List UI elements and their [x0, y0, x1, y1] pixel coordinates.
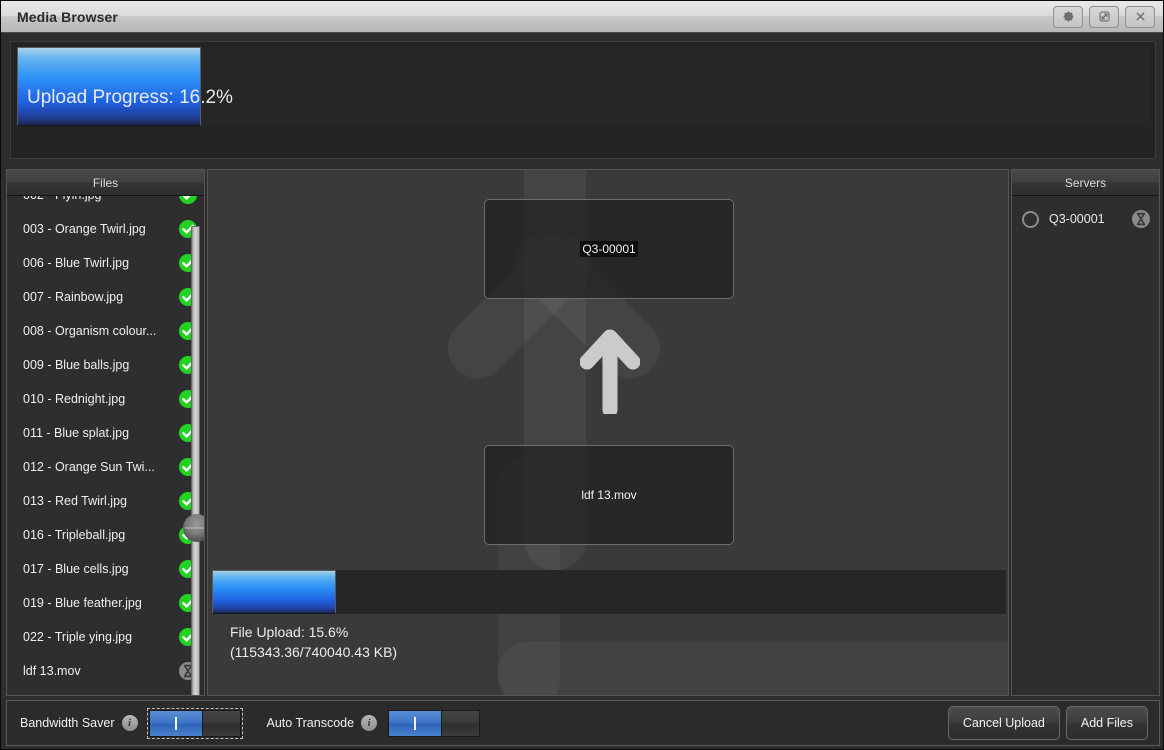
file-list-item[interactable]: 008 - Organism colour...	[7, 314, 204, 348]
toggle-switch-on-track	[149, 710, 202, 736]
file-list-item[interactable]: 013 - Red Twirl.jpg	[7, 484, 204, 518]
toggle-container: Bandwidth Saver i Auto Transcode i	[7, 707, 481, 739]
window-title: Media Browser	[17, 8, 118, 25]
status-done-icon	[179, 196, 197, 204]
toggle-group: Bandwidth Saver i	[20, 707, 243, 739]
restore-button[interactable]	[1089, 5, 1119, 28]
upload-watermark-tray-bottom	[498, 642, 1008, 695]
file-list-item-label: 008 - Organism colour...	[23, 324, 157, 338]
file-progress-track	[212, 570, 1006, 614]
file-list-item-label: 009 - Blue balls.jpg	[23, 358, 130, 372]
file-list-item[interactable]: 017 - Blue cells.jpg	[7, 552, 204, 586]
file-list-item[interactable]: 002 - Flyin.jpg	[7, 196, 204, 212]
file-list-item-label: 010 - Rednight.jpg	[23, 392, 126, 406]
file-list-item[interactable]: 022 - Triple ying.jpg	[7, 620, 204, 654]
toggle-label: Bandwidth Saver	[20, 716, 115, 730]
file-list-item-label: 002 - Flyin.jpg	[23, 196, 178, 202]
title-bar: Media Browser	[1, 1, 1163, 33]
server-list-item-label: Q3-00001	[1049, 212, 1105, 226]
toggle-switch[interactable]	[388, 709, 481, 737]
target-preview-label: ldf 13.mov	[581, 488, 637, 502]
file-list-item[interactable]: 011 - Blue splat.jpg	[7, 416, 204, 450]
close-icon	[1136, 12, 1144, 21]
files-panel: Files 002 - Flyin.jpg 003 - Orange Twirl.…	[6, 169, 205, 696]
file-list-item-label: 022 - Triple ying.jpg	[23, 630, 133, 644]
file-list-item[interactable]: 016 - Tripleball.jpg	[7, 518, 204, 552]
files-panel-header: Files	[7, 170, 204, 196]
status-pending-hourglass-icon	[1132, 210, 1150, 228]
upload-preview-area: Q3-00001 ldf 13.mov File Upload: 15.6% (…	[207, 169, 1009, 696]
file-progress-bytes: (115343.36/740040.43 KB)	[230, 644, 398, 660]
servers-list: Q3-00001	[1012, 202, 1159, 236]
file-list-item-label: 011 - Blue splat.jpg	[23, 426, 130, 440]
settings-button[interactable]	[1053, 5, 1083, 28]
file-list-item[interactable]: ldf 13.mov	[7, 654, 204, 688]
files-list-viewport[interactable]: 002 - Flyin.jpg 003 - Orange Twirl.jpg 006…	[7, 196, 204, 695]
file-list-item[interactable]: 012 - Orange Sun Twi...	[7, 450, 204, 484]
toggle-group: Auto Transcode i	[266, 709, 481, 737]
file-list-item[interactable]: 007 - Rainbow.jpg	[7, 280, 204, 314]
cancel-upload-button[interactable]: Cancel Upload	[947, 706, 1060, 740]
file-progress-percent: File Upload: 15.6%	[230, 624, 349, 640]
toggle-label: Auto Transcode	[266, 716, 355, 730]
file-list-item-label: 007 - Rainbow.jpg	[23, 290, 124, 304]
file-list-item[interactable]: 009 - Blue balls.jpg	[7, 348, 204, 382]
files-scrollbar-thumb[interactable]	[183, 514, 204, 542]
media-browser-window: Media Browser Upload Progress: 16.2% Fil…	[0, 0, 1164, 750]
file-list-item-label: 006 - Blue Twirl.jpg	[23, 256, 130, 270]
server-select-radio[interactable]	[1022, 210, 1039, 228]
toggle-switch-on-track	[389, 710, 442, 736]
file-list-item-label: 017 - Blue cells.jpg	[23, 562, 129, 576]
file-progress-text: File Upload: 15.6% (115343.36/740040.43 …	[230, 622, 397, 662]
info-icon[interactable]: i	[361, 715, 378, 731]
files-list: 002 - Flyin.jpg 003 - Orange Twirl.jpg 006…	[7, 196, 204, 688]
file-list-item-label: 016 - Tripleball.jpg	[23, 528, 126, 542]
close-button[interactable]	[1125, 5, 1155, 28]
file-list-item[interactable]: 003 - Orange Twirl.jpg	[7, 212, 204, 246]
servers-panel-header: Servers	[1012, 170, 1159, 196]
upload-direction-arrow-icon	[580, 329, 640, 414]
overall-progress-label: Upload Progress: 16.2%	[27, 87, 233, 108]
file-list-item-label: 019 - Blue feather.jpg	[23, 596, 142, 610]
servers-panel: Servers Q3-00001	[1011, 169, 1160, 696]
toggle-switch[interactable]	[146, 707, 243, 739]
bottom-toolbar: Bandwidth Saver i Auto Transcode i Cancel U…	[6, 700, 1160, 746]
source-preview-label: Q3-00001	[580, 241, 638, 257]
file-list-item[interactable]: 019 - Blue feather.jpg	[7, 586, 204, 620]
gear-icon	[1063, 11, 1073, 22]
file-list-item[interactable]: 006 - Blue Twirl.jpg	[7, 246, 204, 280]
add-files-button[interactable]: Add Files	[1065, 706, 1148, 740]
restore-icon	[1098, 11, 1110, 22]
file-list-item-label: 012 - Orange Sun Twi...	[23, 460, 155, 474]
action-buttons: Cancel Upload Add Files	[947, 706, 1148, 740]
toggle-switch-knob[interactable]	[441, 710, 480, 736]
file-list-item-label: 003 - Orange Twirl.jpg	[23, 222, 146, 236]
source-preview-box[interactable]: Q3-00001	[484, 199, 734, 299]
file-list-item-label: ldf 13.mov	[23, 664, 81, 678]
toggle-switch-knob[interactable]	[201, 710, 240, 736]
files-scrollbar-track[interactable]	[183, 226, 204, 695]
file-progress-fill	[212, 570, 336, 614]
info-icon[interactable]: i	[121, 715, 138, 731]
target-preview-box[interactable]: ldf 13.mov	[484, 445, 734, 545]
window-controls	[1053, 5, 1155, 28]
server-list-item[interactable]: Q3-00001	[1012, 202, 1159, 236]
file-list-item-label: 013 - Red Twirl.jpg	[23, 494, 127, 508]
file-list-item[interactable]: 010 - Rednight.jpg	[7, 382, 204, 416]
